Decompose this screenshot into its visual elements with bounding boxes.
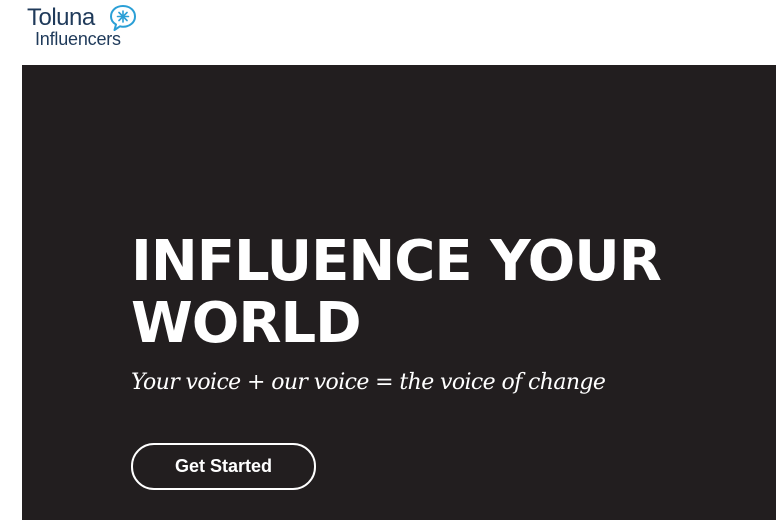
speech-bubble-spark-icon xyxy=(110,5,136,31)
get-started-button[interactable]: Get Started xyxy=(131,443,316,490)
brand-logo[interactable]: Toluna Influencers xyxy=(27,3,147,53)
hero-tagline: Your voice + our voice = the voice of ch… xyxy=(131,370,606,395)
hero-headline: INFLUENCE YOUR WORLD xyxy=(131,229,662,356)
hero-banner: INFLUENCE YOUR WORLD Your voice + our vo… xyxy=(22,65,776,520)
brand-name: Toluna xyxy=(27,4,95,31)
